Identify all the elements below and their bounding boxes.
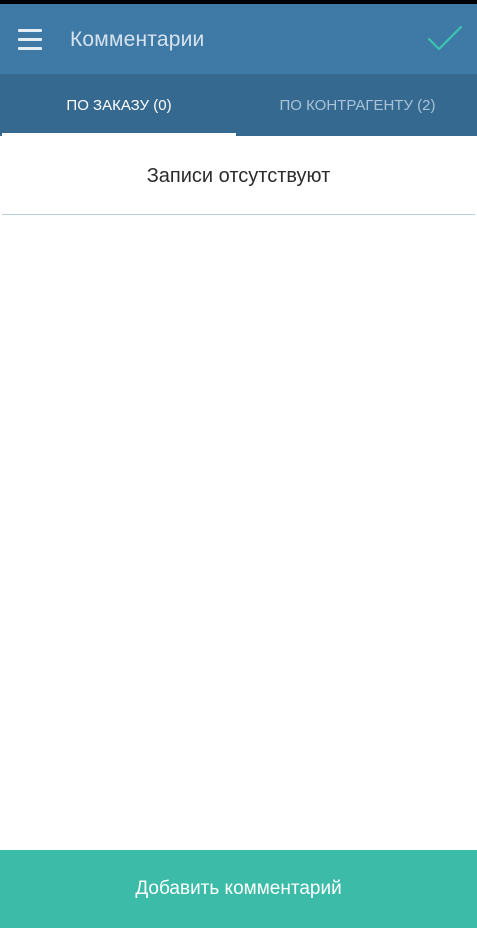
divider [2, 214, 475, 215]
tab-bar: ПО ЗАКАЗУ (0) ПО КОНТРАГЕНТУ (2) [0, 74, 477, 136]
menu-line [18, 47, 42, 50]
page-title: Комментарии [70, 28, 205, 51]
checkmark-icon-svg [427, 25, 463, 51]
comments-screen: Комментарии ПО ЗАКАЗУ (0) ПО КОНТРАГЕНТУ… [0, 0, 477, 928]
hamburger-menu-icon[interactable] [18, 29, 42, 51]
empty-state-message: Записи отсутствуют [146, 164, 331, 187]
tab-by-order[interactable]: ПО ЗАКАЗУ (0) [0, 74, 238, 136]
app-bar: Комментарии [0, 4, 477, 74]
selected-tab-indicator [2, 133, 236, 136]
checkmark-icon[interactable] [427, 24, 463, 54]
add-comment-button[interactable]: Добавить комментарий [0, 850, 477, 928]
menu-line [18, 29, 42, 32]
tab-by-counterparty[interactable]: ПО КОНТРАГЕНТУ (2) [238, 74, 477, 136]
menu-line [18, 38, 42, 41]
